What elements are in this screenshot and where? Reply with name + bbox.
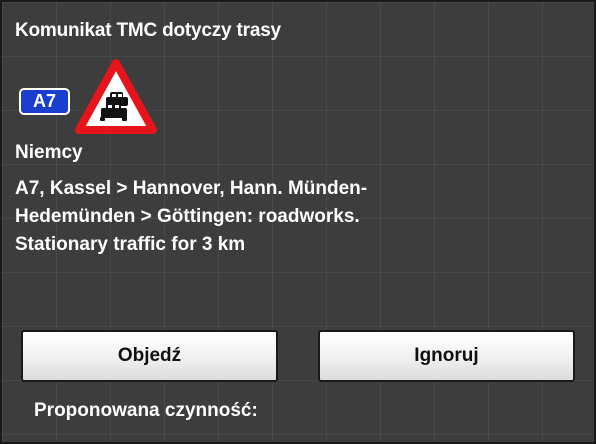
- traffic-jam-warning-icon: [75, 59, 157, 134]
- tmc-message-panel: Komunikat TMC dotyczy trasy A7 Niemcy A7…: [0, 0, 596, 444]
- suggested-action-label: Proponowana czynność:: [34, 400, 258, 421]
- message-line: Hedemünden > Göttingen: roadworks.: [15, 206, 360, 227]
- ignore-button[interactable]: Ignoruj: [318, 330, 575, 382]
- detour-button[interactable]: Objedź: [21, 330, 278, 382]
- dialog-title: Komunikat TMC dotyczy trasy: [15, 20, 281, 41]
- country-label: Niemcy: [15, 142, 83, 163]
- traffic-message: A7, Kassel > Hannover, Hann. Münden- Hed…: [15, 175, 585, 259]
- road-number-badge: A7: [19, 88, 70, 115]
- message-line: Stationary traffic for 3 km: [15, 234, 246, 255]
- message-line: A7, Kassel > Hannover, Hann. Münden-: [15, 178, 368, 199]
